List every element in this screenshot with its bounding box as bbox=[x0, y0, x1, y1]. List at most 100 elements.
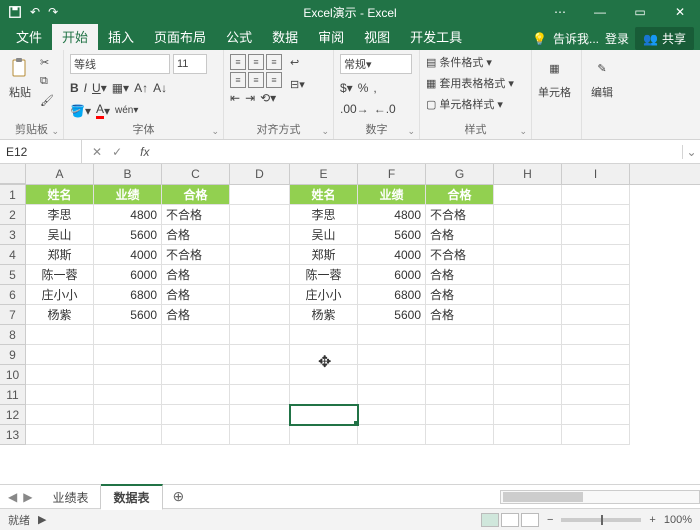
horizontal-scrollbar[interactable] bbox=[500, 490, 700, 504]
cell[interactable] bbox=[26, 385, 94, 405]
cell[interactable] bbox=[162, 405, 230, 425]
cell[interactable] bbox=[94, 325, 162, 345]
cell[interactable] bbox=[494, 245, 562, 265]
cell[interactable]: 不合格 bbox=[426, 245, 494, 265]
paste-button[interactable]: 粘贴 bbox=[6, 54, 34, 100]
cell[interactable] bbox=[230, 205, 290, 225]
cell[interactable] bbox=[494, 325, 562, 345]
save-icon[interactable] bbox=[8, 5, 22, 19]
cell[interactable] bbox=[562, 405, 630, 425]
cell[interactable] bbox=[494, 265, 562, 285]
italic-button[interactable]: I bbox=[84, 81, 87, 95]
row-header[interactable]: 9 bbox=[0, 345, 26, 365]
col-header[interactable]: G bbox=[426, 164, 494, 184]
cell[interactable]: 5600 bbox=[358, 305, 426, 325]
align-grid[interactable]: ≡≡≡≡≡≡ bbox=[230, 54, 282, 88]
col-header[interactable]: I bbox=[562, 164, 630, 184]
fill-color-button[interactable]: 🪣▾ bbox=[70, 104, 91, 118]
cell[interactable] bbox=[494, 205, 562, 225]
cell[interactable] bbox=[162, 385, 230, 405]
minimize-icon[interactable]: — bbox=[580, 0, 620, 24]
bold-button[interactable]: B bbox=[70, 81, 79, 95]
currency-button[interactable]: $▾ bbox=[340, 81, 353, 95]
col-header[interactable]: B bbox=[94, 164, 162, 184]
cell[interactable]: 姓名 bbox=[26, 185, 94, 205]
cell[interactable] bbox=[562, 285, 630, 305]
cell[interactable]: 合格 bbox=[426, 305, 494, 325]
cell[interactable] bbox=[290, 405, 358, 425]
cell[interactable] bbox=[26, 425, 94, 445]
cell[interactable] bbox=[358, 325, 426, 345]
cell[interactable] bbox=[494, 285, 562, 305]
cell[interactable]: 郑斯 bbox=[26, 245, 94, 265]
font-size-select[interactable]: 11 bbox=[173, 54, 207, 74]
cell[interactable] bbox=[94, 365, 162, 385]
close-icon[interactable]: ✕ bbox=[660, 0, 700, 24]
row-header[interactable]: 13 bbox=[0, 425, 26, 445]
cell[interactable] bbox=[494, 385, 562, 405]
copy-button[interactable]: ⧉ bbox=[40, 73, 54, 89]
phonetic-button[interactable]: wén▾ bbox=[115, 105, 138, 116]
tab-layout[interactable]: 页面布局 bbox=[144, 23, 216, 50]
cell[interactable] bbox=[494, 185, 562, 205]
cell[interactable] bbox=[358, 385, 426, 405]
cell[interactable] bbox=[426, 325, 494, 345]
cell[interactable] bbox=[290, 385, 358, 405]
select-all-corner[interactable] bbox=[0, 164, 26, 184]
row-header[interactable]: 10 bbox=[0, 365, 26, 385]
cell[interactable]: 6000 bbox=[94, 265, 162, 285]
cell[interactable]: 李思 bbox=[26, 205, 94, 225]
percent-button[interactable]: % bbox=[358, 81, 369, 95]
cell[interactable]: 合格 bbox=[162, 185, 230, 205]
cell[interactable] bbox=[562, 345, 630, 365]
zoom-in-button[interactable]: + bbox=[649, 514, 655, 526]
tab-home[interactable]: 开始 bbox=[52, 23, 98, 50]
cell[interactable]: 合格 bbox=[162, 225, 230, 245]
spreadsheet-grid[interactable]: A B C D E F G H I 1姓名业绩合格姓名业绩合格2李思4800不合… bbox=[0, 164, 700, 484]
cell[interactable]: 庄小小 bbox=[26, 285, 94, 305]
col-header[interactable]: A bbox=[26, 164, 94, 184]
cell[interactable]: 合格 bbox=[426, 285, 494, 305]
cell[interactable]: 姓名 bbox=[290, 185, 358, 205]
cell[interactable] bbox=[26, 325, 94, 345]
row-header[interactable]: 3 bbox=[0, 225, 26, 245]
indent-decrease-button[interactable]: ⇤ bbox=[230, 91, 240, 105]
cell[interactable]: 不合格 bbox=[426, 205, 494, 225]
cell[interactable]: 陈一蓉 bbox=[26, 265, 94, 285]
cell[interactable] bbox=[162, 325, 230, 345]
cell[interactable] bbox=[94, 425, 162, 445]
cell[interactable]: 业绩 bbox=[94, 185, 162, 205]
cell[interactable] bbox=[230, 345, 290, 365]
cell[interactable]: 4800 bbox=[94, 205, 162, 225]
cell[interactable] bbox=[358, 425, 426, 445]
cell[interactable]: 4000 bbox=[94, 245, 162, 265]
cell[interactable]: 5600 bbox=[358, 225, 426, 245]
col-header[interactable]: C bbox=[162, 164, 230, 184]
cell[interactable] bbox=[26, 405, 94, 425]
shrink-font-button[interactable]: A↓ bbox=[153, 81, 167, 95]
tab-insert[interactable]: 插入 bbox=[98, 23, 144, 50]
cell[interactable] bbox=[230, 285, 290, 305]
tab-data[interactable]: 数据 bbox=[262, 23, 308, 50]
border-button[interactable]: ▦▾ bbox=[112, 81, 129, 95]
cell[interactable]: 合格 bbox=[162, 285, 230, 305]
cell[interactable]: 合格 bbox=[426, 225, 494, 245]
table-format-button[interactable]: ▦套用表格格式▾ bbox=[426, 75, 514, 91]
cell[interactable] bbox=[230, 245, 290, 265]
expand-formula-icon[interactable]: ⌄ bbox=[682, 145, 700, 159]
col-header[interactable]: F bbox=[358, 164, 426, 184]
tab-developer[interactable]: 开发工具 bbox=[400, 23, 472, 50]
cell[interactable]: 不合格 bbox=[162, 245, 230, 265]
formula-input[interactable] bbox=[157, 140, 682, 163]
conditional-format-button[interactable]: ▤条件格式▾ bbox=[426, 54, 514, 70]
cell[interactable] bbox=[230, 265, 290, 285]
cell[interactable] bbox=[290, 345, 358, 365]
cell[interactable] bbox=[426, 345, 494, 365]
macro-icon[interactable]: ▶ bbox=[38, 513, 46, 526]
col-header[interactable]: H bbox=[494, 164, 562, 184]
grow-font-button[interactable]: A↑ bbox=[134, 81, 148, 95]
cell[interactable] bbox=[290, 425, 358, 445]
cell[interactable] bbox=[562, 185, 630, 205]
increase-decimal-button[interactable]: .00→ bbox=[340, 102, 369, 116]
cell[interactable] bbox=[562, 425, 630, 445]
